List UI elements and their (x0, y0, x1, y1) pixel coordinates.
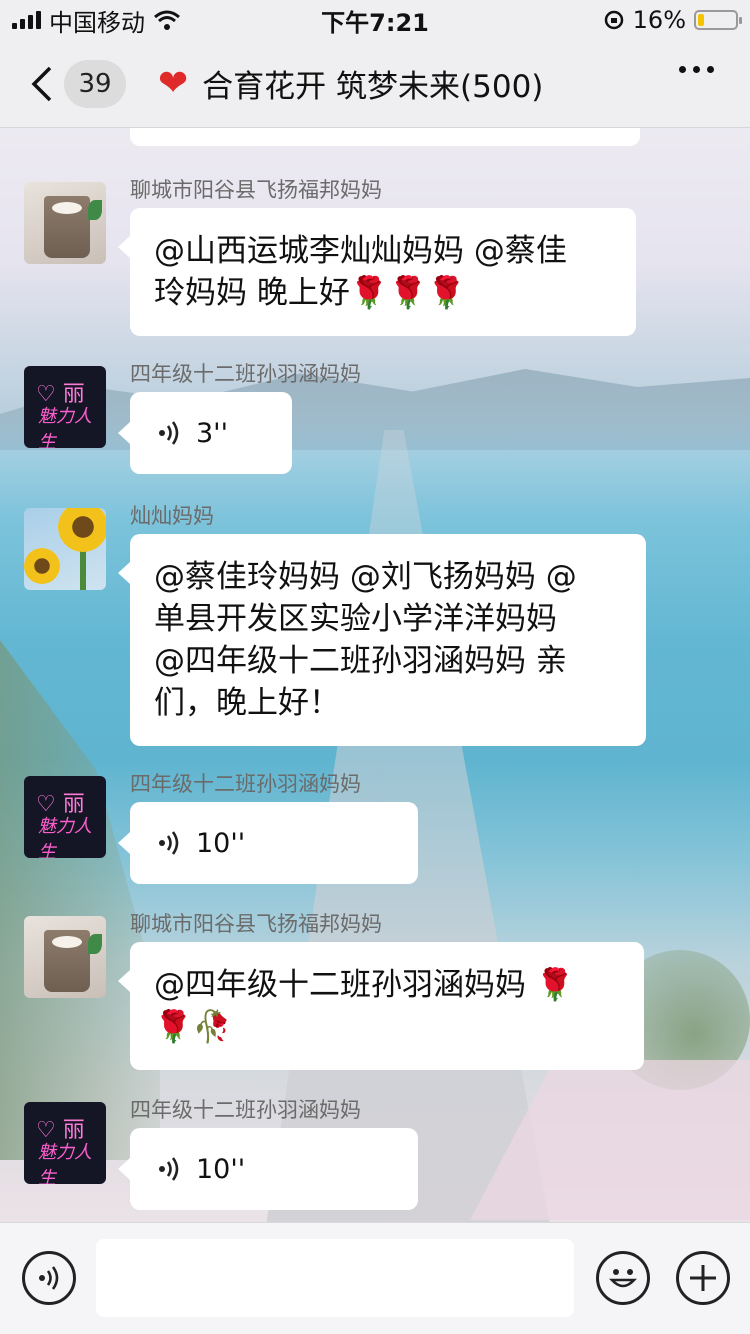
clock: 下午7:21 (321, 8, 429, 37)
voice-message-bubble[interactable]: 3'' (118, 392, 292, 474)
voice-input-button[interactable] (22, 1251, 76, 1305)
avatar[interactable]: ♡ 丽 魅力人生 (24, 366, 106, 448)
emoji-button[interactable] (596, 1251, 650, 1305)
plus-icon (690, 1265, 716, 1291)
message-list[interactable]: 聊城市阳谷县飞扬福邦妈妈 @山西运城李灿灿妈妈 @蔡佳 玲妈妈 晚上好🌹🌹🌹 ♡… (0, 128, 750, 1222)
battery-fill (698, 14, 704, 26)
avatar[interactable] (24, 916, 106, 998)
chevron-left-icon (31, 66, 52, 101)
voice-wave-icon (159, 831, 179, 855)
text-bubble[interactable]: @四年级十二班孙羽涵妈妈 🌹 🌹🥀 (118, 942, 644, 1070)
text-bubble[interactable]: @蔡佳玲妈妈 @刘飞扬妈妈 @ 单县开发区实验小学洋洋妈妈 @四年级十二班孙羽涵… (118, 534, 646, 746)
message-input[interactable] (96, 1239, 574, 1317)
sender-name: 四年级十二班孙羽涵妈妈 (130, 1098, 361, 1122)
chat-header: 39 ❤ 合育花开 筑梦未来(500) (0, 40, 750, 128)
avatar-text: 魅力人生 (38, 816, 92, 858)
text-bubble[interactable]: @山西运城李灿灿妈妈 @蔡佳 玲妈妈 晚上好🌹🌹🌹 (118, 208, 636, 336)
message-line: 🌹🥀 (154, 1009, 232, 1045)
carrier-name: 中国移动 (49, 8, 145, 37)
group-title: 合育花开 筑梦未来(500) (202, 69, 544, 105)
message-line: @蔡佳玲妈妈 @刘飞扬妈妈 @ (154, 559, 577, 595)
voice-duration: 10'' (196, 827, 246, 859)
status-bar: 中国移动 下午7:21 16% (0, 0, 750, 40)
sender-name: 聊城市阳谷县飞扬福邦妈妈 (130, 912, 382, 936)
battery-percent: 16% (632, 6, 686, 34)
unread-count-badge[interactable]: 39 (64, 59, 126, 108)
avatar[interactable] (24, 508, 106, 590)
more-actions-button[interactable] (676, 1251, 730, 1305)
input-bar (0, 1222, 750, 1334)
voice-wave-icon (159, 1157, 179, 1181)
message-line: @四年级十二班孙羽涵妈妈 亲 (154, 643, 567, 679)
more-options-button[interactable] (679, 66, 714, 73)
avatar[interactable] (24, 182, 106, 264)
voice-message-bubble[interactable]: 10'' (118, 802, 418, 884)
wifi-icon (154, 10, 180, 30)
sender-name: 四年级十二班孙羽涵妈妈 (130, 772, 361, 796)
sender-name: 灿灿妈妈 (130, 504, 214, 528)
avatar-text: 魅力人生 (38, 406, 92, 448)
voice-duration: 10'' (196, 1153, 246, 1185)
voice-message-bubble[interactable]: 10'' (118, 1128, 418, 1210)
battery-icon (694, 10, 742, 30)
voice-duration: 3'' (196, 417, 229, 449)
message-line: 玲妈妈 晚上好🌹🌹🌹 (154, 275, 466, 311)
signal-icon (12, 11, 41, 29)
avatar-text: 魅力人生 (38, 1142, 92, 1184)
avatar[interactable]: ♡ 丽 魅力人生 (24, 1102, 106, 1184)
sender-name: 四年级十二班孙羽涵妈妈 (130, 362, 361, 386)
back-button[interactable] (22, 54, 62, 114)
heart-icon: ❤ (158, 63, 189, 104)
message-line: 们，晚上好！ (154, 685, 340, 721)
voice-wave-icon (159, 421, 179, 445)
message-line: 单县开发区实验小学洋洋妈妈 (154, 601, 557, 637)
previous-message-bubble (130, 128, 640, 146)
message-line: @山西运城李灿灿妈妈 @蔡佳 (154, 233, 567, 269)
avatar[interactable]: ♡ 丽 魅力人生 (24, 776, 106, 858)
message-line: @四年级十二班孙羽涵妈妈 🌹 (154, 967, 575, 1003)
orientation-lock-icon (604, 10, 623, 30)
smiley-icon (609, 1269, 637, 1288)
sender-name: 聊城市阳谷县飞扬福邦妈妈 (130, 178, 382, 202)
voice-wave-icon (39, 1266, 59, 1290)
